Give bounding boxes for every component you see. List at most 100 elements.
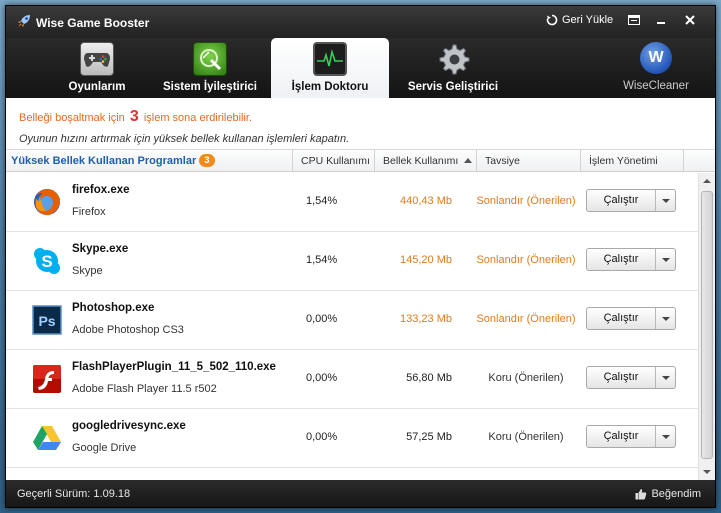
- skype-icon: S: [32, 246, 62, 276]
- gamepad-icon: [80, 42, 114, 76]
- process-name: FlashPlayerPlugin_11_5_502_110.exe: [72, 361, 276, 373]
- restore-icon: [546, 14, 558, 26]
- sort-ascending-icon: [464, 158, 473, 163]
- scroll-down-icon[interactable]: [699, 464, 715, 480]
- column-header-management[interactable]: İşlem Yönetimi: [580, 150, 684, 172]
- advice: Koru (Önerilen): [488, 372, 564, 384]
- run-split-button[interactable]: Çalıştır: [586, 425, 676, 448]
- memory-usage: 56,80 Mb: [406, 372, 452, 384]
- info-summary-suffix: işlem sona erdirilebilir.: [143, 112, 253, 124]
- column-header-memory[interactable]: Bellek Kullanımı: [374, 150, 476, 172]
- tab-label: İşlem Doktoru: [291, 81, 369, 93]
- title-bar: Wise Game Booster Geri Yükle: [6, 6, 715, 38]
- tab-islem-doktoru[interactable]: İşlem Doktoru: [271, 38, 389, 98]
- menu-icon: [628, 15, 640, 25]
- table-row[interactable]: S Skype.exe Skype 1,54% 145,20 Mb Sonlan…: [6, 232, 698, 291]
- table-row[interactable]: [6, 468, 698, 480]
- column-header-cpu[interactable]: CPU Kullanımı: [292, 150, 374, 172]
- flash-player-icon: [32, 364, 62, 394]
- dropdown-arrow-icon[interactable]: [655, 249, 675, 270]
- table-header: Yüksek Bellek Kullanan Programlar 3 CPU K…: [6, 150, 715, 172]
- process-list: firefox.exe Firefox 1,54% 440,43 Mb Sonl…: [6, 173, 698, 480]
- like-label: Beğendim: [651, 488, 701, 500]
- column-header-memory-label: Bellek Kullanımı: [383, 155, 459, 167]
- table-row[interactable]: FlashPlayerPlugin_11_5_502_110.exe Adobe…: [6, 350, 698, 409]
- photoshop-icon: Ps: [32, 305, 62, 335]
- dropdown-arrow-icon[interactable]: [655, 367, 675, 388]
- google-drive-icon: [32, 423, 62, 453]
- dropdown-arrow-icon[interactable]: [655, 308, 675, 329]
- cpu-usage: 0,00%: [306, 313, 338, 325]
- column-header-programs-label: Yüksek Bellek Kullanan Programlar: [11, 155, 197, 167]
- run-button[interactable]: Çalıştır: [587, 426, 655, 447]
- close-button[interactable]: [681, 13, 699, 29]
- programs-count-badge: 3: [199, 154, 215, 167]
- tab-label: Sistem İyileştirici: [163, 81, 257, 93]
- pulse-monitor-icon: [313, 42, 347, 76]
- cpu-usage: 1,54%: [306, 195, 338, 207]
- table-row[interactable]: Ps Photoshop.exe Adobe Photoshop CS3 0,0…: [6, 291, 698, 350]
- app-title: Wise Game Booster: [36, 16, 150, 30]
- tab-servis-gelistirici[interactable]: Servis Geliştirici: [394, 38, 512, 98]
- process-description: Adobe Photoshop CS3: [72, 324, 184, 336]
- run-button[interactable]: Çalıştır: [587, 190, 655, 211]
- scroll-thumb[interactable]: [701, 191, 713, 459]
- tab-label: Oyunlarım: [68, 81, 126, 93]
- wisecleaner-logo: W: [640, 42, 672, 74]
- thumbs-up-icon: [635, 489, 647, 500]
- process-description: Google Drive: [72, 442, 137, 454]
- table-row[interactable]: firefox.exe Firefox 1,54% 440,43 Mb Sonl…: [6, 173, 698, 232]
- process-description: Adobe Flash Player 11.5 r502: [72, 383, 217, 395]
- wisecleaner-link[interactable]: W WiseCleaner: [611, 42, 701, 96]
- memory-usage: 57,25 Mb: [406, 431, 452, 443]
- process-description: Skype: [72, 265, 103, 277]
- restore-button[interactable]: Geri Yükle: [546, 14, 613, 26]
- main-nav: Oyunlarım Sistem İyileştirici İşlem Dokt…: [6, 38, 715, 98]
- menu-button[interactable]: [625, 13, 643, 29]
- like-button[interactable]: Beğendim: [635, 488, 701, 500]
- minimize-icon: [657, 22, 665, 24]
- scroll-up-icon[interactable]: [699, 173, 715, 189]
- process-name: Skype.exe: [72, 243, 129, 255]
- memory-usage: 133,23 Mb: [400, 313, 452, 325]
- info-hint: Oyunun hızını artırmak için yüksek belle…: [19, 133, 350, 145]
- dropdown-arrow-icon[interactable]: [655, 190, 675, 211]
- main-content: Belleği boşaltmak için 3 işlem sona erdi…: [6, 98, 715, 480]
- cpu-usage: 1,54%: [306, 254, 338, 266]
- process-description: Firefox: [72, 206, 106, 218]
- advice: Sonlandır (Önerilen): [476, 195, 576, 207]
- run-button[interactable]: Çalıştır: [587, 308, 655, 329]
- memory-usage: 440,43 Mb: [400, 195, 452, 207]
- close-icon: [685, 15, 695, 25]
- run-button[interactable]: Çalıştır: [587, 249, 655, 270]
- run-button[interactable]: Çalıştır: [587, 367, 655, 388]
- info-summary-count: 3: [129, 108, 139, 125]
- version-label: Geçerli Sürüm: 1.09.18: [17, 488, 131, 500]
- column-header-advice[interactable]: Tavsiye: [476, 150, 580, 172]
- tab-label: Servis Geliştirici: [407, 81, 499, 93]
- info-summary: Belleği boşaltmak için 3 işlem sona erdi…: [19, 108, 252, 126]
- tab-sistem-iyilestirici[interactable]: Sistem İyileştirici: [151, 38, 269, 98]
- info-panel: Belleği boşaltmak için 3 işlem sona erdi…: [6, 98, 715, 150]
- restore-label: Geri Yükle: [562, 14, 614, 26]
- advice: Sonlandır (Önerilen): [476, 313, 576, 325]
- dropdown-arrow-icon[interactable]: [655, 426, 675, 447]
- process-name: Photoshop.exe: [72, 302, 155, 314]
- info-summary-prefix: Belleği boşaltmak için: [19, 112, 125, 124]
- minimize-button[interactable]: [652, 13, 670, 29]
- rocket-icon: [18, 15, 30, 27]
- tab-oyunlarim[interactable]: Oyunlarım: [38, 38, 156, 98]
- vertical-scrollbar[interactable]: [698, 173, 715, 480]
- advice: Koru (Önerilen): [488, 431, 564, 443]
- table-row[interactable]: googledrivesync.exe Google Drive 0,00% 5…: [6, 409, 698, 468]
- run-split-button[interactable]: Çalıştır: [586, 307, 676, 330]
- run-split-button[interactable]: Çalıştır: [586, 366, 676, 389]
- svg-text:Ps: Ps: [38, 313, 55, 329]
- gear-icon: [436, 42, 470, 76]
- run-split-button[interactable]: Çalıştır: [586, 189, 676, 212]
- run-split-button[interactable]: Çalıştır: [586, 248, 676, 271]
- column-header-programs[interactable]: Yüksek Bellek Kullanan Programlar 3: [6, 150, 292, 172]
- wand-icon: [193, 42, 227, 76]
- memory-usage: 145,20 Mb: [400, 254, 452, 266]
- svg-text:S: S: [41, 252, 52, 271]
